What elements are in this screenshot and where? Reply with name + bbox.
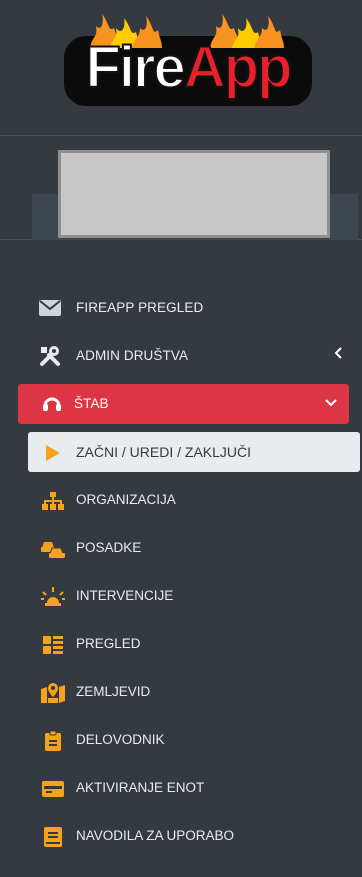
submenu-item-zacni-uredi-zakljuci[interactable]: ZAČNI / UREDI / ZAKLJUČI (28, 432, 360, 472)
submenu-item-label: ZAČNI / UREDI / ZAKLJUČI (76, 444, 252, 460)
submenu-item-label: PREGLED (76, 636, 141, 651)
sidebar-item-fireapp-pregled[interactable]: FIREAPP PREGLED (0, 288, 362, 328)
logo-app: App (183, 34, 294, 101)
credit-card-icon (41, 778, 65, 800)
submenu-item-label: POSADKE (76, 540, 142, 555)
play-icon (41, 442, 65, 464)
submenu-item-zemljevid[interactable]: ZEMLJEVID (28, 672, 360, 712)
book-icon (41, 826, 65, 848)
submenu-item-delovodnik[interactable]: DELOVODNIK (28, 720, 360, 760)
th-list-icon (41, 634, 65, 656)
headset-icon (40, 393, 64, 415)
submenu-item-label: INTERVENCIJE (76, 588, 174, 603)
submenu-item-organizacija[interactable]: ORGANIZACIJA (28, 480, 360, 520)
submenu-item-label: NAVODILA ZA UPORABO (76, 828, 235, 843)
sidebar-item-label: ADMIN DRUŠTVA (76, 348, 189, 363)
user-avatar-placeholder[interactable] (58, 150, 330, 238)
submenu-item-aktiviranje-enot[interactable]: AKTIVIRANJE ENOT (28, 768, 360, 808)
sitemap-icon (41, 490, 65, 512)
siren-icon (41, 586, 65, 608)
sidebar-item-admin-drustva[interactable]: ADMIN DRUŠTVA (0, 336, 362, 376)
tools-icon (38, 345, 62, 367)
clipboard-icon (41, 730, 65, 752)
submenu-item-pregled[interactable]: PREGLED (28, 624, 360, 664)
sidebar-item-stab[interactable]: ŠTAB (18, 384, 349, 424)
envelope-icon (38, 297, 62, 319)
submenu-item-navodila-za-uporabo[interactable]: NAVODILA ZA UPORABO (28, 816, 360, 856)
submenu-item-label: AKTIVIRANJE ENOT (76, 780, 205, 795)
submenu-item-label: DELOVODNIK (76, 732, 165, 747)
logo-text: FireApp (68, 28, 308, 108)
submenu-item-label: ZEMLJEVID (76, 684, 151, 699)
logo-fire: Fire (84, 34, 186, 101)
sidebar: FireApp FIREAPP PREGLED ADMIN DRUŠTVA ŠT… (0, 0, 362, 877)
submenu-item-posadke[interactable]: POSADKE (28, 528, 360, 568)
chevron-down-icon (325, 394, 337, 411)
submenu-item-intervencije[interactable]: INTERVENCIJE (28, 576, 360, 616)
sidebar-item-label: ŠTAB (74, 396, 109, 411)
chevron-left-icon (334, 346, 342, 363)
map-marked-icon (41, 682, 65, 704)
cars-icon (41, 538, 65, 560)
submenu-item-label: ORGANIZACIJA (76, 492, 176, 507)
brand-logo-area[interactable]: FireApp (0, 0, 362, 136)
sidebar-item-label: FIREAPP PREGLED (76, 300, 204, 315)
